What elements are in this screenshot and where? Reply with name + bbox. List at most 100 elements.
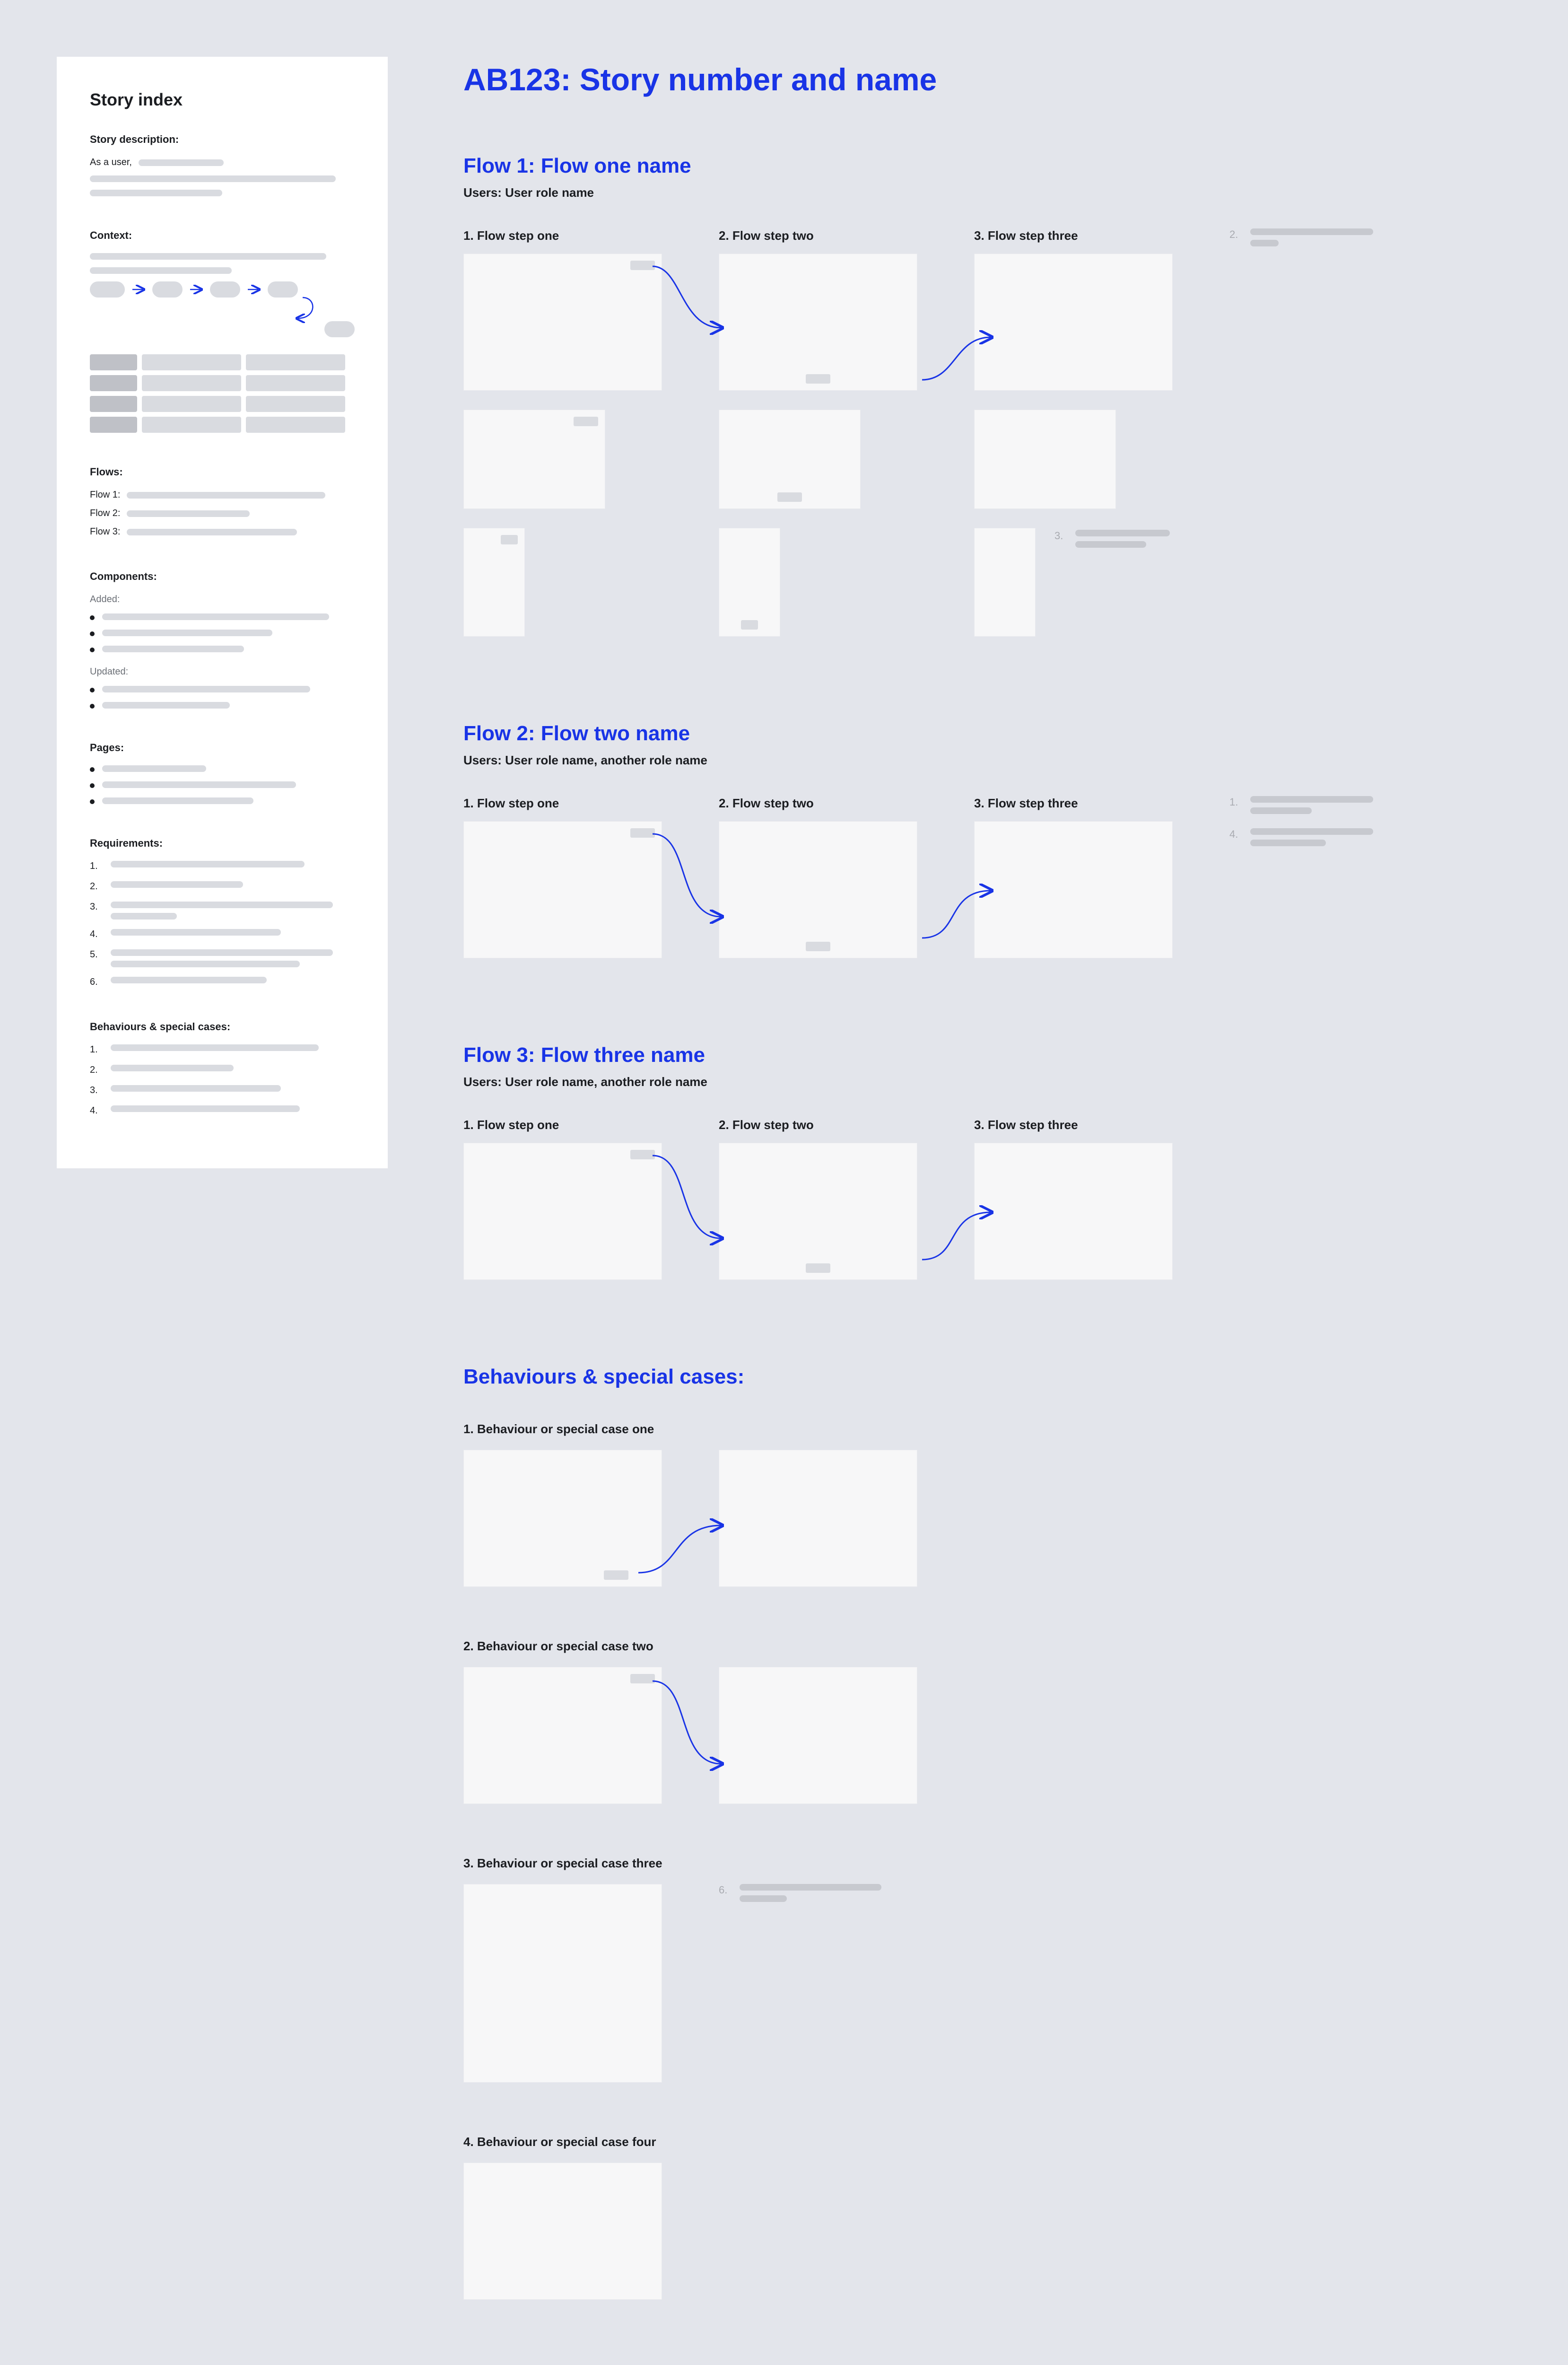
arrow-right-icon: [131, 285, 146, 294]
step-label: 1. Flow step one: [463, 1118, 662, 1132]
list-item: 1.: [90, 861, 355, 872]
list-item: [90, 797, 355, 804]
wireframe-tablet: [719, 410, 861, 509]
context-table: [90, 354, 355, 433]
list-number: 3.: [90, 902, 103, 912]
step-label: 2. Flow step two: [719, 796, 917, 811]
skeleton-line: [102, 765, 206, 772]
skeleton-line: [1075, 541, 1146, 548]
flow-step: 2. Flow step two: [719, 1118, 917, 1280]
case-row: [463, 1450, 1511, 1587]
bullet-icon: [90, 799, 95, 804]
skeleton-line: [1075, 530, 1170, 536]
pill: [268, 281, 298, 298]
list-item: 6.: [90, 977, 355, 988]
components-added-label: Added:: [90, 594, 355, 605]
components-heading: Components:: [90, 570, 355, 583]
flow-users: Users: User role name, another role name: [463, 753, 1511, 768]
list-number: 1.: [90, 1044, 103, 1055]
description-heading: Story description:: [90, 133, 355, 146]
skeleton-line: [1250, 796, 1373, 803]
page-title: AB123: Story number and name: [463, 61, 1511, 97]
flow-users: Users: User role name, another role name: [463, 1075, 1511, 1089]
skeleton-line: [1250, 228, 1373, 235]
table-cell: [246, 417, 345, 433]
skeleton-line: [111, 902, 333, 908]
wireframe-desktop: [463, 1450, 662, 1587]
skeleton-line: [111, 1044, 319, 1051]
skeleton-line: [111, 913, 177, 920]
list-item: 2.: [90, 1065, 355, 1076]
list-item: 3.: [90, 1085, 355, 1096]
main-content: AB123: Story number and name Flow 1: Flo…: [463, 57, 1511, 2352]
flow-step: 2. Flow step two: [719, 796, 917, 958]
pill: [324, 321, 355, 337]
frame-indicator: [777, 492, 802, 502]
frame-indicator: [630, 828, 655, 838]
skeleton-line: [102, 646, 244, 652]
case-label: 1. Behaviour or special case one: [463, 1422, 1511, 1437]
list-item: [90, 613, 355, 620]
caption-number: 2.: [1229, 228, 1243, 246]
caption-number: 4.: [1229, 828, 1243, 846]
table-cell: [142, 354, 241, 370]
arrow-right-icon: [247, 285, 261, 294]
step-label: 3. Flow step three: [974, 796, 1173, 811]
list-item: [90, 686, 355, 692]
table-cell: [142, 396, 241, 412]
frame-indicator: [604, 1570, 628, 1580]
skeleton-line: [111, 881, 243, 888]
table-cell: [246, 354, 345, 370]
skeleton-line: [102, 797, 253, 804]
context-pill-flow: [90, 281, 355, 337]
case-label: 4. Behaviour or special case four: [463, 2135, 1511, 2149]
caption-item: 2.: [1229, 228, 1390, 246]
arrow-right-icon: [189, 285, 203, 294]
case-row: [463, 2163, 1511, 2300]
section-behaviours: Behaviours & special cases: 1. 2. 3. 4.: [90, 1021, 355, 1116]
skeleton-line: [1250, 240, 1279, 246]
canvas: Story index Story description: As a user…: [0, 0, 1568, 2365]
wireframe-desktop: [463, 2163, 662, 2300]
description-lead: As a user,: [90, 157, 132, 168]
frame-indicator: [574, 417, 598, 426]
caption-number: 3.: [1054, 530, 1068, 548]
step-label: 3. Flow step three: [974, 228, 1173, 243]
list-number: 3.: [90, 1085, 103, 1096]
skeleton-line: [111, 861, 305, 867]
wireframe-desktop: [719, 1667, 917, 1804]
context-heading: Context:: [90, 229, 355, 242]
bullet-icon: [90, 615, 95, 620]
caption-item: 3.: [1054, 530, 1170, 548]
wireframe-tablet: [974, 410, 1116, 509]
wireframe-desktop: [463, 1143, 662, 1280]
bullet-icon: [90, 783, 95, 788]
frame-indicator: [806, 374, 830, 384]
wireframe-desktop: [463, 254, 662, 391]
flow-1: Flow 1: Flow one name Users: User role n…: [463, 154, 1511, 637]
wireframe-tablet: [463, 410, 605, 509]
skeleton-line: [127, 492, 325, 499]
case-2: 2. Behaviour or special case two: [463, 1639, 1511, 1804]
wireframe-desktop: [463, 1667, 662, 1804]
skeleton-line: [1250, 828, 1373, 835]
skeleton-line: [1250, 807, 1312, 814]
section-components: Components: Added: Updated:: [90, 570, 355, 709]
caption-column: 2.: [1229, 228, 1390, 261]
list-item: 5.: [90, 949, 355, 967]
skeleton-line: [111, 961, 300, 967]
list-item: 4.: [90, 1105, 355, 1116]
wireframe-mobile: [974, 528, 1036, 637]
list-number: 4.: [90, 1105, 103, 1116]
bullet-icon: [90, 704, 95, 709]
table-header-cell: [90, 375, 137, 391]
requirements-heading: Requirements:: [90, 837, 355, 850]
case-row: [463, 1667, 1511, 1804]
list-number: 4.: [90, 929, 103, 940]
frame-indicator: [806, 942, 830, 951]
list-number: 5.: [90, 949, 103, 960]
list-item: 1.: [90, 1044, 355, 1055]
case-1: 1. Behaviour or special case one: [463, 1422, 1511, 1587]
step-row-desktop: 1. Flow step one 2. Flow step two 3. Flo…: [463, 796, 1511, 958]
skeleton-line: [111, 949, 333, 956]
